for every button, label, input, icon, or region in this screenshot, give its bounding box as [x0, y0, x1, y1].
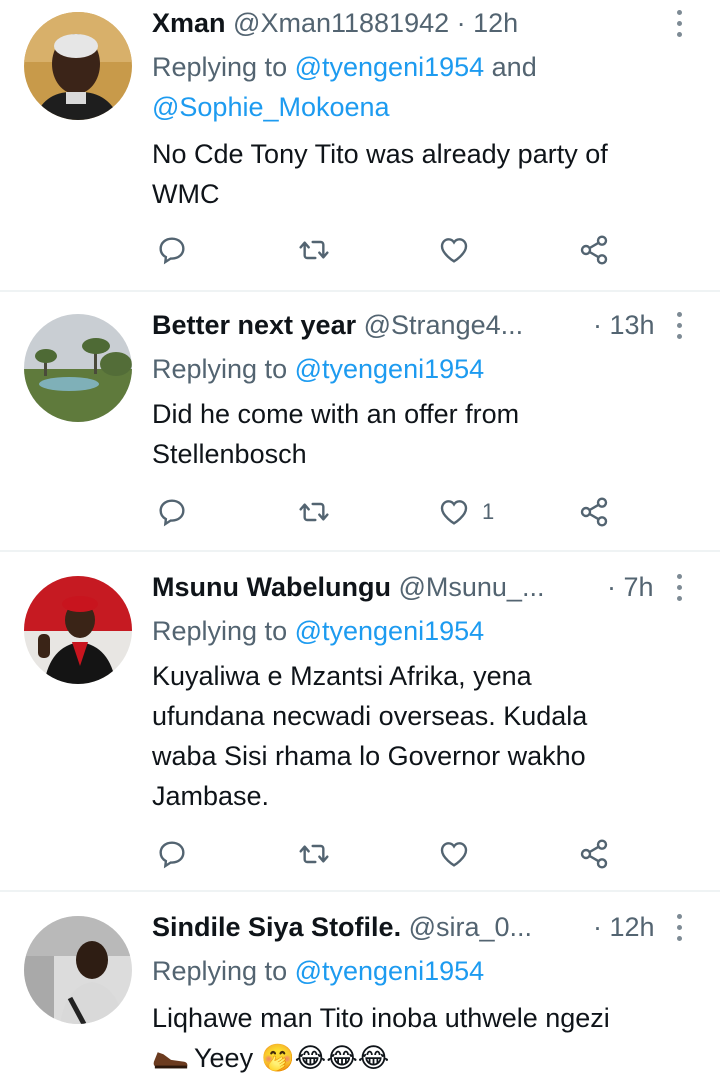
tweet-2[interactable]: Better next year @Strange4... · 13h Repl… [0, 292, 720, 550]
user-handle[interactable]: @Msunu_... [398, 572, 544, 602]
mention-link[interactable]: @tyengeni1954 [295, 354, 485, 384]
display-name[interactable]: Xman [152, 8, 226, 38]
tweet-text: No Cde Tony Tito was already party of WM… [152, 134, 692, 214]
retweet-button[interactable] [298, 230, 330, 270]
retweet-icon [299, 240, 329, 260]
like-icon [440, 842, 468, 867]
replying-prefix: Replying to [152, 616, 295, 646]
tweet-actions [0, 230, 720, 270]
avatar[interactable] [24, 314, 132, 422]
replying-to: Replying to @tyengeni1954 [152, 954, 484, 989]
tweet-text-line: Kuyaliwa e Mzantsi Afrika, yena [152, 661, 532, 691]
avatar[interactable] [24, 576, 132, 684]
reply-icon [159, 237, 185, 265]
more-icon[interactable] [672, 572, 688, 606]
tweet-1[interactable]: Xman @Xman11881942 · 12h Replying to @ty… [0, 0, 720, 290]
tweet-header: Msunu Wabelungu @Msunu_... [152, 570, 544, 604]
avatar-image [24, 314, 132, 422]
mention-link[interactable]: @tyengeni1954 [295, 52, 485, 82]
tweet-text-line: waba Sisi rhama lo Governor wakho [152, 741, 586, 771]
share-icon [580, 235, 608, 265]
retweet-button[interactable] [298, 834, 330, 874]
tweet-text-line: WMC [152, 179, 220, 209]
tweet-text-line: Liqhawe man Tito inoba uthwele ngezi [152, 1003, 610, 1033]
share-button[interactable] [578, 492, 610, 532]
like-button[interactable] [438, 230, 482, 270]
tweet-text-line: Stellenbosch [152, 439, 307, 469]
replying-prefix: Replying to [152, 52, 295, 82]
like-button[interactable]: 1 [438, 492, 494, 532]
tweet-text-line: Yeey 🤭😂😂😂 [152, 1038, 692, 1078]
tweet-4[interactable]: Sindile Siya Stofile. @sira_0... · 12h R… [0, 892, 720, 1080]
avatar[interactable] [24, 916, 132, 1024]
tweet-3[interactable]: Msunu Wabelungu @Msunu_... · 7h Replying… [0, 552, 720, 890]
like-count: 1 [482, 499, 495, 524]
more-icon[interactable] [672, 8, 688, 42]
tweet-actions: 1 [0, 492, 720, 532]
replying-to: Replying to @tyengeni1954 [152, 614, 484, 649]
reply-icon [159, 841, 185, 869]
display-name[interactable]: Sindile Siya Stofile. [152, 912, 401, 942]
timestamp[interactable]: · 13h [593, 308, 655, 342]
user-handle[interactable]: @Strange4... [364, 310, 524, 340]
mention-link[interactable]: @tyengeni1954 [295, 956, 485, 986]
tweet-text-line: Jambase. [152, 781, 270, 811]
share-icon [580, 497, 608, 527]
user-handle[interactable]: @Xman11881942 [233, 8, 449, 38]
retweet-button[interactable] [298, 492, 330, 532]
reply-button[interactable] [156, 834, 188, 874]
more-icon[interactable] [672, 912, 688, 946]
tweet-actions [0, 834, 720, 874]
more-icon[interactable] [672, 310, 688, 344]
timestamp[interactable]: · 12h [457, 8, 519, 38]
timestamp[interactable]: · 7h [607, 570, 654, 604]
share-button[interactable] [578, 834, 610, 874]
display-name[interactable]: Msunu Wabelungu [152, 572, 391, 602]
like-icon [440, 238, 468, 263]
avatar-image [24, 12, 132, 120]
tweet-text-line: ufundana necwadi overseas. Kudala [152, 701, 588, 731]
retweet-icon [299, 844, 329, 864]
shoe-emoji [153, 1052, 188, 1069]
replying-to-line2: @Sophie_Mokoena [152, 90, 390, 125]
tweet-text: Did he come with an offer from Stellenbo… [152, 394, 692, 474]
user-handle[interactable]: @sira_0... [409, 912, 532, 942]
tweet-text-line: Did he come with an offer from [152, 399, 520, 429]
replying-prefix: Replying to [152, 354, 295, 384]
display-name[interactable]: Better next year [152, 310, 356, 340]
reply-icon [159, 499, 185, 527]
replying-to: Replying to @tyengeni1954 and [152, 50, 537, 85]
replying-and: and [484, 52, 537, 82]
tweet-header: Better next year @Strange4... [152, 308, 523, 342]
emoji-sequence: 🤭😂😂😂 [261, 1043, 390, 1073]
avatar-image [24, 576, 132, 684]
share-icon [580, 839, 608, 869]
avatar-image [24, 916, 132, 1024]
tweet-header: Xman @Xman11881942 · 12h [152, 6, 518, 40]
tweet-text-word: Yeey [194, 1043, 254, 1073]
tweet-text: Kuyaliwa e Mzantsi Afrika, yena ufundana… [152, 656, 692, 816]
mention-link[interactable]: @Sophie_Mokoena [152, 92, 390, 122]
avatar[interactable] [24, 12, 132, 120]
reply-button[interactable] [156, 492, 188, 532]
mention-link[interactable]: @tyengeni1954 [295, 616, 485, 646]
reply-button[interactable] [156, 230, 188, 270]
tweet-header: Sindile Siya Stofile. @sira_0... [152, 910, 532, 944]
timestamp[interactable]: · 12h [593, 910, 655, 944]
tweet-text: Liqhawe man Tito inoba uthwele ngezi Yee… [152, 998, 692, 1078]
retweet-icon [299, 502, 329, 522]
replying-to: Replying to @tyengeni1954 [152, 352, 484, 387]
like-icon [440, 500, 468, 525]
share-button[interactable] [578, 230, 610, 270]
like-button[interactable] [438, 834, 482, 874]
replying-prefix: Replying to [152, 956, 295, 986]
tweet-text-line: No Cde Tony Tito was already party of [152, 139, 608, 169]
